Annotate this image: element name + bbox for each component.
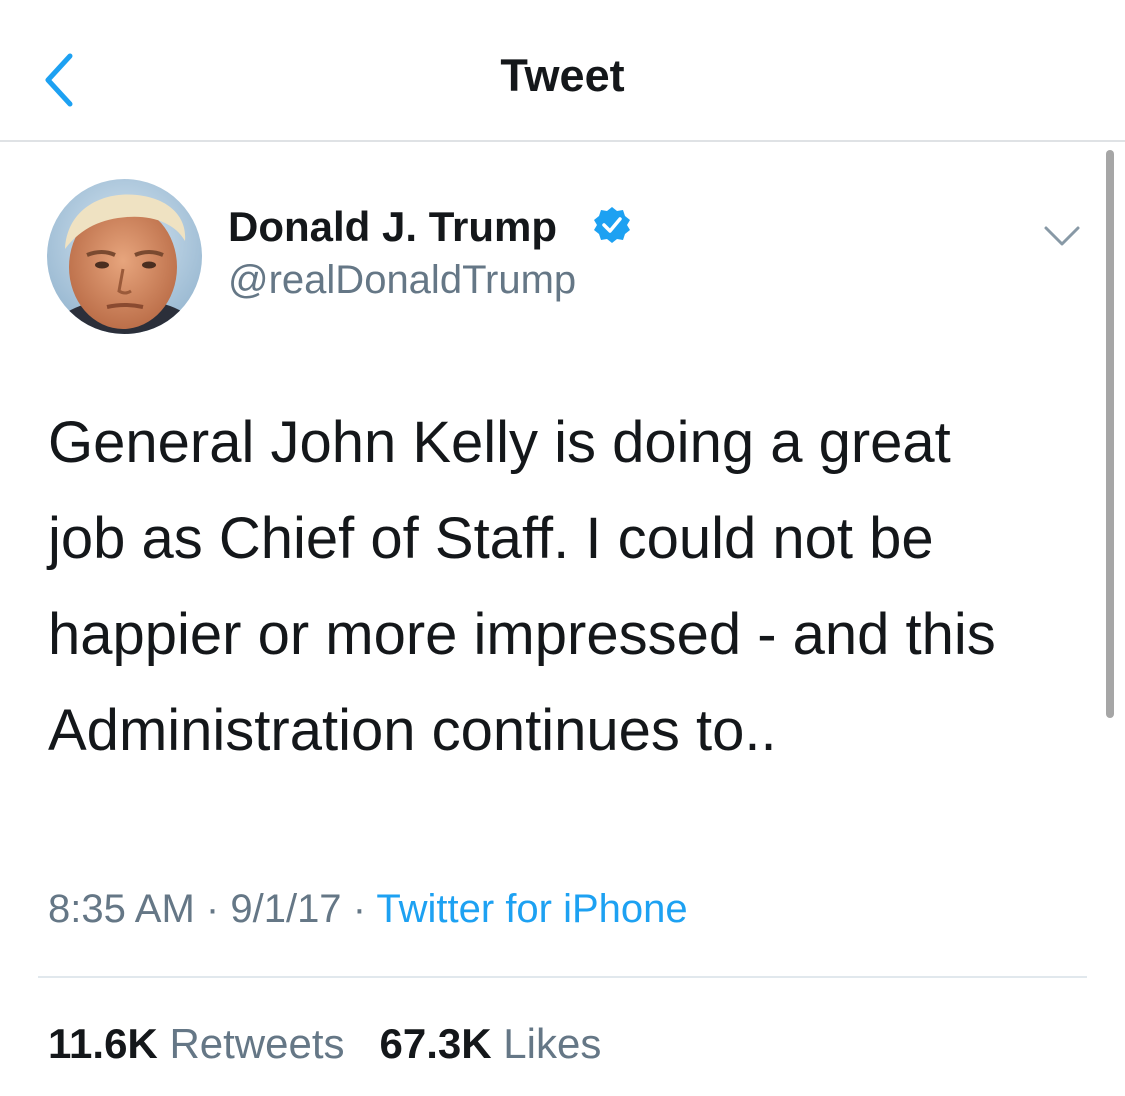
verified-badge-icon <box>592 205 632 245</box>
navigation-bar: Tweet <box>0 0 1125 142</box>
divider <box>38 976 1087 978</box>
avatar[interactable] <box>47 179 202 334</box>
author-handle[interactable]: @realDonaldTrump <box>228 255 576 305</box>
profile-photo <box>47 179 202 334</box>
tweet-text-line: Administration continues to.. <box>48 698 777 763</box>
meta-separator: · <box>352 887 367 931</box>
likes-stat[interactable]: 67.3K Likes <box>380 1020 602 1067</box>
tweet-time: 8:35 AM <box>48 887 195 931</box>
tweet-text-line: happier or more impressed - and this <box>48 602 996 667</box>
tweet-date: 9/1/17 <box>230 887 342 931</box>
tweet-metadata: 8:35 AM · 9/1/17 · Twitter for iPhone <box>48 882 688 936</box>
retweets-label: Retweets <box>169 1020 345 1067</box>
retweets-stat[interactable]: 11.6K Retweets <box>48 1020 356 1067</box>
tweet-text: General John Kelly is doing a great job … <box>48 395 1088 779</box>
tweet-text-line: General John Kelly is doing a great <box>48 410 951 475</box>
likes-count: 67.3K <box>379 1020 492 1067</box>
more-options-button[interactable] <box>1042 222 1082 250</box>
likes-label: Likes <box>503 1020 602 1067</box>
author-name[interactable]: Donald J. Trump <box>228 202 557 252</box>
meta-separator: · <box>205 887 220 931</box>
tweet-stats: 11.6K Retweets 67.3K Likes <box>48 1016 601 1072</box>
page-title: Tweet <box>500 50 625 101</box>
chevron-down-icon <box>1044 226 1080 246</box>
tweet-source-link[interactable]: Twitter for iPhone <box>376 887 687 931</box>
retweets-count: 11.6K <box>48 1020 158 1067</box>
scrollbar[interactable] <box>1106 150 1114 718</box>
tweet-text-line: job as Chief of Staff. I could not be <box>48 506 934 571</box>
